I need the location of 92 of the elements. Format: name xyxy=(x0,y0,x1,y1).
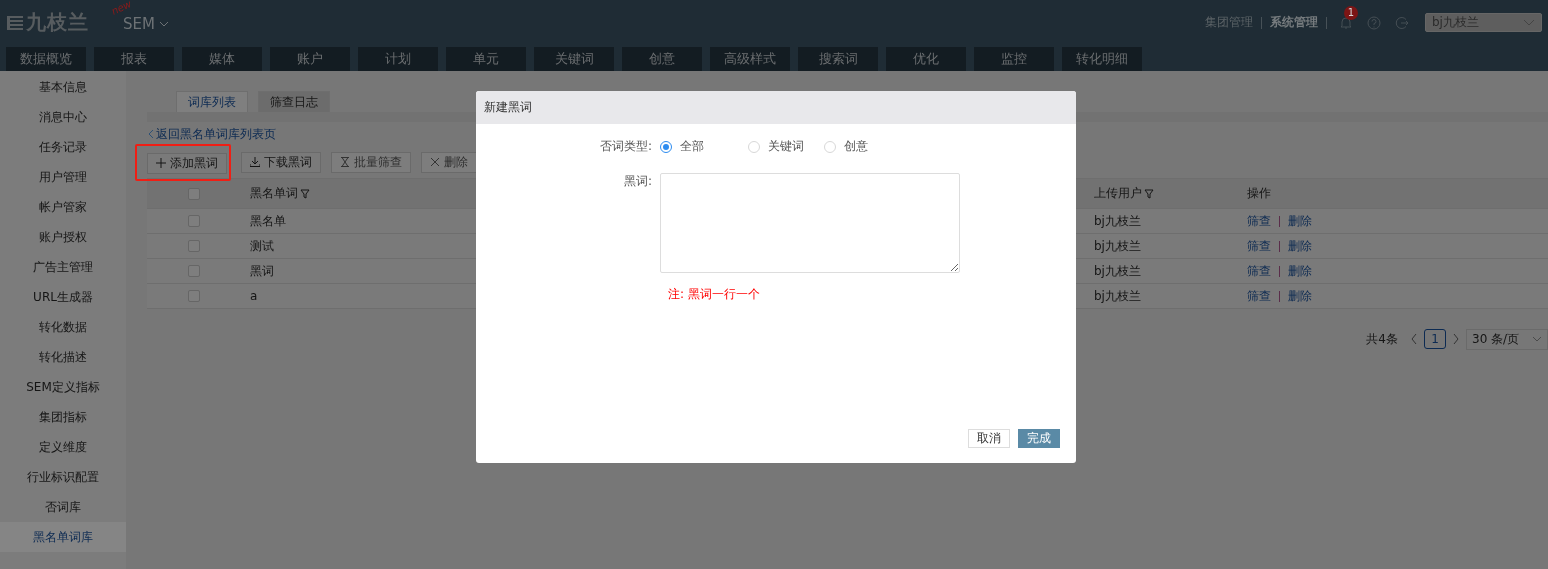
sidebar-item[interactable]: 任务记录 xyxy=(0,132,126,162)
table-cell: bj九枝兰 xyxy=(1094,287,1141,305)
radio-label: 创意 xyxy=(844,138,868,155)
sidebar-item[interactable]: 账户授权 xyxy=(0,222,126,252)
logo-text: 九枝兰 xyxy=(26,9,89,36)
nav-tab[interactable]: 搜索词 xyxy=(798,47,878,71)
sidebar-item[interactable]: URL生成器 xyxy=(0,282,126,312)
action-link[interactable]: 筛查 xyxy=(1247,262,1271,280)
chevron-left-icon xyxy=(147,129,154,139)
sidebar-item[interactable]: 转化数据 xyxy=(0,312,126,342)
field-label: 黑词: xyxy=(622,173,653,190)
product-menu[interactable]: SEM xyxy=(123,15,155,33)
action-link[interactable]: 删除 xyxy=(1288,262,1312,280)
nav-tab[interactable]: 创意 xyxy=(622,47,702,71)
nav-tab[interactable]: 转化明细 xyxy=(1062,47,1142,71)
checkbox[interactable] xyxy=(187,187,200,200)
text-area[interactable] xyxy=(660,173,960,273)
action-link[interactable]: 删除 xyxy=(1288,212,1312,230)
sidebar-item[interactable]: 否词库 xyxy=(0,492,126,522)
note-text: 注: 黑词一行一个 xyxy=(668,286,761,303)
nav-tab[interactable]: 监控 xyxy=(974,47,1054,71)
page-number[interactable]: 1 xyxy=(1424,329,1446,349)
sidebar-item[interactable]: 消息中心 xyxy=(0,102,126,132)
download-icon xyxy=(250,157,260,167)
sidebar-item[interactable]: 黑名单词库 xyxy=(0,522,126,552)
table-cell: 黑词 xyxy=(250,262,274,280)
chevron-down-icon xyxy=(1523,18,1535,27)
filter-icon[interactable] xyxy=(300,188,310,199)
action-link[interactable]: 筛查 xyxy=(1247,287,1271,305)
sidebar-item[interactable]: 基本信息 xyxy=(0,72,126,102)
sidebar-item[interactable]: SEM定义指标 xyxy=(0,372,126,402)
confirm-button[interactable]: 完成 xyxy=(1018,429,1060,448)
page-size-select[interactable]: 30 条/页 xyxy=(1466,328,1548,350)
field-label: 否词类型: xyxy=(598,138,653,155)
column-header: 上传用户 xyxy=(1094,185,1154,202)
toolbar-button[interactable]: 添加黑词 xyxy=(147,152,227,174)
sidebar-item[interactable]: 广告主管理 xyxy=(0,252,126,282)
tab[interactable]: 筛查日志 xyxy=(258,91,330,112)
radio-label: 全部 xyxy=(680,138,704,155)
checkbox[interactable] xyxy=(187,215,200,227)
nav-tab[interactable]: 数据概览 xyxy=(6,47,86,71)
filter-icon[interactable] xyxy=(1144,188,1154,199)
logo-mark-icon xyxy=(6,13,24,32)
nav-tab[interactable]: 账户 xyxy=(270,47,350,71)
close-icon xyxy=(430,157,440,167)
toolbar-button[interactable]: 下载黑词 xyxy=(241,151,321,173)
sidebar-item[interactable]: 定义维度 xyxy=(0,432,126,462)
help-icon[interactable] xyxy=(1367,15,1381,30)
hourglass-icon xyxy=(340,157,350,167)
table-cell: bj九枝兰 xyxy=(1094,212,1141,230)
checkbox[interactable] xyxy=(187,240,200,252)
chevron-left-icon[interactable] xyxy=(1410,333,1418,345)
action-link[interactable]: 删除 xyxy=(1288,237,1312,255)
nav-tab[interactable]: 媒体 xyxy=(182,47,262,71)
radio-label: 关键词 xyxy=(768,138,804,155)
cancel-button[interactable]: 取消 xyxy=(968,429,1010,448)
nav-tab[interactable]: 高级样式 xyxy=(710,47,790,71)
plus-icon xyxy=(156,158,166,168)
tab[interactable]: 词库列表 xyxy=(176,91,248,112)
column-header: 黑名单词 xyxy=(250,185,310,202)
column-header: 操作 xyxy=(1247,185,1271,202)
checkbox[interactable] xyxy=(187,290,200,302)
nav-tab[interactable]: 优化 xyxy=(886,47,966,71)
sidebar-item[interactable]: 转化描述 xyxy=(0,342,126,372)
chevron-down-icon[interactable] xyxy=(158,20,169,28)
bell-icon[interactable] xyxy=(1339,15,1353,30)
dialog-title: 新建黑词 xyxy=(476,91,1076,124)
chevron-right-icon[interactable] xyxy=(1452,333,1460,345)
sidebar-item[interactable]: 行业标识配置 xyxy=(0,462,126,492)
notification-badge: 1 xyxy=(1344,5,1358,20)
nav-tab[interactable]: 计划 xyxy=(358,47,438,71)
table-cell: a xyxy=(250,289,258,303)
logout-icon[interactable] xyxy=(1395,15,1409,30)
total-count: 共4条 xyxy=(1366,330,1398,348)
action-link[interactable]: 筛查 xyxy=(1247,237,1271,255)
checkbox[interactable] xyxy=(187,265,200,277)
new-tag: new xyxy=(109,0,134,17)
chevron-down-icon xyxy=(1532,336,1542,342)
table-cell: bj九枝兰 xyxy=(1094,262,1141,280)
table-cell: 测试 xyxy=(250,237,274,255)
table-cell: bj九枝兰 xyxy=(1094,237,1141,255)
action-link[interactable]: 删除 xyxy=(1288,287,1312,305)
nav-tab[interactable]: 报表 xyxy=(94,47,174,71)
table-cell: 黑名单 xyxy=(250,212,286,230)
sidebar-item[interactable]: 帐户管家 xyxy=(0,192,126,222)
nav-tab[interactable]: 关键词 xyxy=(534,47,614,71)
nav-tab[interactable]: 单元 xyxy=(446,47,526,71)
sidebar-item[interactable]: 用户管理 xyxy=(0,162,126,192)
back-link[interactable]: 返回黑名单词库列表页 xyxy=(147,127,276,141)
action-link[interactable]: 筛查 xyxy=(1247,212,1271,230)
header-link[interactable]: 系统管理 xyxy=(1270,14,1318,31)
sidebar-item[interactable]: 集团指标 xyxy=(0,402,126,432)
